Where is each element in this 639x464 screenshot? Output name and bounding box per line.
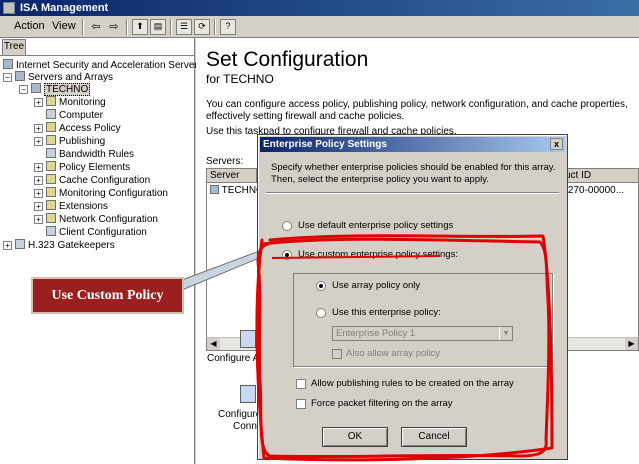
label-custom-policy[interactable]: Use custom enterprise policy settings: <box>298 249 458 261</box>
label-force-filtering[interactable]: Force packet filtering on the array <box>311 398 453 410</box>
radio-array-policy-only[interactable] <box>316 281 326 291</box>
checkbox-also-allow-array[interactable] <box>332 349 342 359</box>
label-array-policy-only[interactable]: Use array policy only <box>332 280 420 292</box>
chevron-down-icon[interactable]: ▼ <box>499 327 512 340</box>
radio-custom-policy[interactable] <box>282 250 292 260</box>
checkbox-allow-publishing[interactable] <box>296 379 306 389</box>
ok-button[interactable]: OK <box>322 427 388 447</box>
enterprise-policy-select[interactable]: Enterprise Policy 1 ▼ <box>332 326 513 341</box>
radio-default-policy[interactable] <box>282 221 292 231</box>
callout-use-custom-policy: Use Custom Policy <box>31 277 184 314</box>
dialog-divider <box>266 192 559 194</box>
enterprise-policy-value: Enterprise Policy 1 <box>336 328 416 339</box>
cancel-button[interactable]: Cancel <box>401 427 467 447</box>
label-allow-publishing[interactable]: Allow publishing rules to be created on … <box>311 378 514 390</box>
label-also-allow-array: Also allow array policy <box>346 348 440 359</box>
label-this-enterprise-policy[interactable]: Use this enterprise policy: <box>332 307 441 319</box>
dialog-title-bar: Enterprise Policy Settings x <box>260 137 565 152</box>
label-default-policy[interactable]: Use default enterprise policy settings <box>298 220 453 232</box>
dialog-title: Enterprise Policy Settings <box>263 139 387 150</box>
enterprise-policy-dialog: Enterprise Policy Settings x Specify whe… <box>257 134 568 460</box>
dialog-intro-text: Specify whether enterprise policies shou… <box>271 162 556 185</box>
radio-this-enterprise-policy[interactable] <box>316 308 326 318</box>
checkbox-force-filtering[interactable] <box>296 399 306 409</box>
close-icon[interactable]: x <box>550 138 563 150</box>
